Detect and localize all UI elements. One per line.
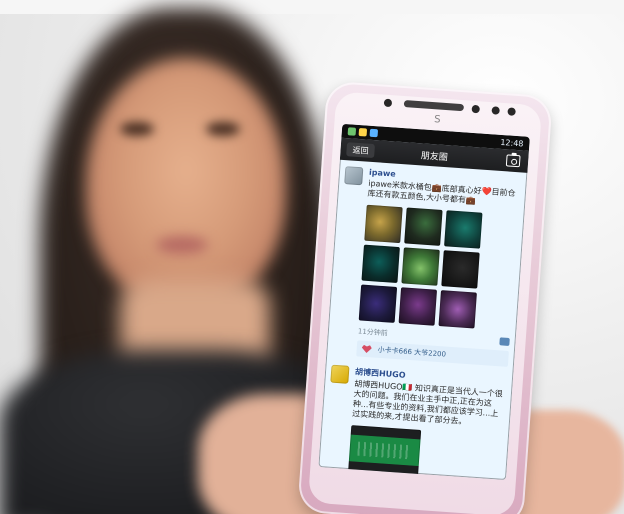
post-body: 胡博西HUGO 胡博西HUGO🇮🇹 知识真正是当代人一个很大的问题。我们在业主手…	[348, 366, 507, 480]
photo-thumbnail[interactable]	[444, 210, 483, 249]
notification-icon	[347, 127, 357, 136]
photo-thumbnail[interactable]	[441, 250, 480, 289]
feed[interactable]: ipawe ipawe米款水桶包💼底部真心好❤️目前仓库还有款五颜色,大小号都有…	[318, 160, 527, 480]
photo-thumbnail[interactable]	[401, 247, 440, 286]
photo-grid	[358, 204, 519, 331]
notification-icon	[369, 128, 379, 138]
photo: S 12:48 返回 朋友圈 ipawe ipawe米款水桶包💼底部真心好❤️目…	[0, 0, 624, 514]
notification-icon	[358, 127, 368, 137]
background-person	[0, 0, 368, 514]
right-eye	[206, 122, 240, 136]
avatar[interactable]	[344, 166, 364, 186]
page-title: 朋友圈	[420, 150, 449, 163]
status-icons	[347, 127, 379, 138]
avatar[interactable]	[330, 364, 350, 384]
post-image[interactable]	[348, 425, 422, 476]
back-button[interactable]: 返回	[346, 142, 376, 159]
post-time: 11分钟前	[357, 327, 389, 338]
post-text: 胡博西HUGO🇮🇹 知识真正是当代人一个很大的问题。我们在业主手中正,正在为这种…	[351, 379, 504, 427]
photo-thumbnail[interactable]	[398, 287, 438, 326]
post-body: ipawe ipawe米款水桶包💼底部真心好❤️目前仓库还有款五颜色,大小号都有…	[356, 168, 521, 367]
photo-thumbnail[interactable]	[438, 290, 477, 329]
photo-thumbnail[interactable]	[361, 244, 400, 284]
smartphone: S 12:48 返回 朋友圈 ipawe ipawe米款水桶包💼底部真心好❤️目…	[297, 80, 553, 514]
photo-thumbnail[interactable]	[404, 207, 443, 246]
feed-post[interactable]: 胡博西HUGO 胡博西HUGO🇮🇹 知识真正是当代人一个很大的问题。我们在业主手…	[324, 364, 507, 480]
status-time: 12:48	[500, 137, 524, 148]
mouth	[156, 236, 208, 254]
phone-screen: 12:48 返回 朋友圈 ipawe ipawe米款水桶包💼底部真心好❤️目前仓…	[318, 123, 530, 481]
photo-thumbnail[interactable]	[358, 284, 398, 323]
feed-post[interactable]: ipawe ipawe米款水桶包💼底部真心好❤️目前仓库还有款五颜色,大小号都有…	[332, 166, 521, 367]
photo-thumbnail[interactable]	[364, 204, 403, 244]
left-eye	[120, 122, 154, 136]
camera-icon[interactable]	[505, 154, 521, 168]
heart-icon	[361, 345, 372, 354]
face	[86, 58, 286, 308]
comment-icon[interactable]	[499, 337, 510, 346]
likes-text: 小卡卡666 大爷2200	[377, 345, 447, 359]
